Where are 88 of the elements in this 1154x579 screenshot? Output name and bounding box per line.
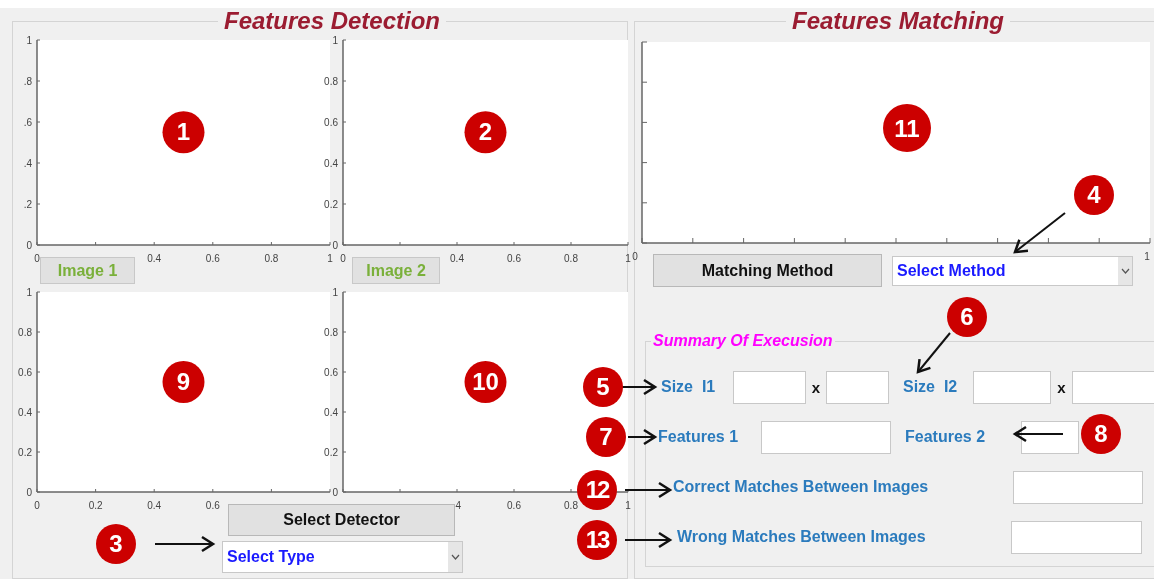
tick-label: 0.4	[450, 253, 464, 264]
tick-label: 0.6	[205, 253, 220, 264]
input-field[interactable]	[973, 370, 1051, 404]
input-field[interactable]	[1013, 470, 1143, 504]
tick-label: 1	[26, 287, 32, 298]
method-dropdown[interactable]: Select Method	[892, 256, 1133, 286]
input-field[interactable]	[1021, 420, 1079, 454]
callout-marker: 10	[464, 361, 507, 403]
callout-marker: 4	[1074, 175, 1114, 215]
input-field[interactable]	[1011, 520, 1142, 554]
callout-marker: 3	[96, 524, 136, 564]
arrow	[624, 531, 673, 549]
tick-label: 1	[26, 35, 32, 46]
tick-label: 1	[625, 500, 631, 511]
tick-label: 1	[332, 287, 338, 298]
tick-label: 0.4	[324, 407, 338, 418]
callout-marker: 13	[577, 520, 617, 560]
tick-label: .4	[23, 158, 32, 169]
detector-dropdown[interactable]: Select Type	[222, 541, 463, 573]
tick-label: .2	[23, 199, 32, 210]
input-field[interactable]	[826, 370, 889, 404]
tick-label: 0.2	[324, 447, 338, 458]
tick-label: 0.8	[564, 500, 578, 511]
tick-label: 0.8	[564, 253, 578, 264]
tick-label: 0.6	[324, 117, 338, 128]
matching-method-button[interactable]: Matching Method	[653, 254, 882, 287]
tick-label: .6	[23, 117, 32, 128]
arrow	[916, 332, 951, 374]
input-field[interactable]	[1072, 370, 1154, 404]
arrow	[624, 481, 673, 499]
separator-text: x	[1056, 378, 1067, 396]
field-label: Correct Matches Between Images	[673, 478, 930, 496]
panel-title: Features Detection	[222, 8, 442, 34]
tick-label: 0.2	[18, 447, 32, 458]
tick-label: 0.8	[18, 327, 32, 338]
tick-label: 0	[340, 253, 346, 264]
tick-label: 0	[26, 487, 32, 498]
select-detector-button[interactable]: Select Detector	[228, 504, 455, 536]
field-label: Size I2	[903, 378, 959, 396]
field-label: Size I1	[661, 378, 717, 396]
callout-marker: 5	[583, 367, 623, 407]
field-label: Wrong Matches Between Images	[677, 528, 927, 546]
callout-marker: 1	[162, 111, 205, 154]
tick-label: 0.6	[507, 500, 521, 511]
callout-marker: 6	[947, 297, 987, 337]
callout-marker: 8	[1081, 414, 1121, 454]
tick-label: 0.4	[147, 253, 162, 264]
caret-icon	[1120, 268, 1130, 274]
callout-marker: 11	[883, 104, 931, 152]
tick-label: 0.6	[324, 367, 338, 378]
tick-label: 0.4	[18, 407, 32, 418]
tick-label: 0	[34, 500, 40, 511]
tick-label: 0.6	[507, 253, 521, 264]
group-title: Summary Of Execusion	[652, 332, 834, 350]
field-label: Features 1	[658, 428, 740, 446]
tick-label: 0.8	[264, 253, 279, 264]
separator-text: x	[810, 378, 822, 396]
field-label: Features 2	[905, 428, 987, 446]
tick-label: 0	[332, 240, 338, 251]
tick-label: 1	[1144, 251, 1150, 262]
tick-label: 0.2	[324, 199, 338, 210]
tick-label: .8	[23, 76, 32, 87]
input-field[interactable]	[761, 420, 891, 454]
input-field[interactable]	[733, 370, 806, 404]
tick-label: 0.2	[88, 500, 103, 511]
arrow	[1013, 212, 1066, 254]
tick-label: 0.8	[324, 76, 338, 87]
tick-label: 0	[332, 487, 338, 498]
tick-label: 0	[26, 240, 32, 251]
arrow	[1012, 425, 1064, 443]
callout-marker: 2	[464, 111, 507, 154]
tick-label: 0.6	[18, 367, 32, 378]
callout-marker: 12	[577, 470, 617, 510]
tick-label: 1	[327, 253, 333, 264]
tick-label: 0.4	[324, 158, 338, 169]
tick-label: 0.6	[205, 500, 220, 511]
arrow	[154, 535, 216, 553]
callout-marker: 7	[586, 417, 626, 457]
callout-marker: 9	[162, 361, 205, 403]
tick-label: 0.4	[147, 500, 162, 511]
panel-title: Features Matching	[790, 8, 1005, 34]
arrow	[627, 428, 658, 446]
tick-label: 0	[632, 251, 638, 262]
tick-label: 1	[332, 35, 338, 46]
tick-label: 1	[625, 253, 631, 264]
tick-label: 0.8	[324, 327, 338, 338]
caret-icon	[450, 554, 460, 560]
tick-label: 0	[34, 253, 40, 264]
